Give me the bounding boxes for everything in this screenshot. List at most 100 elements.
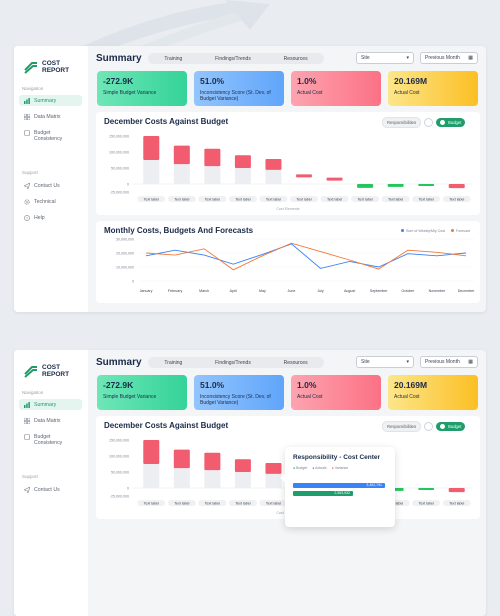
x-tick-label: Text label <box>235 197 250 201</box>
logo-icon <box>24 62 37 74</box>
tooltip-legend-actuals: ● Actuals <box>312 466 327 470</box>
x-tick-label: Text label <box>357 197 372 201</box>
kpi-card-budget-variance: -272.9K Simple Budget Variance <box>97 375 187 410</box>
x-tick-label: Text label <box>327 197 342 201</box>
x-tick-label: September <box>370 289 388 293</box>
dashboard-panel-secondary: COST REPORT Navigation Summary Data Matr… <box>14 350 486 616</box>
month-select[interactable]: Previous Month ▦ <box>420 356 478 368</box>
x-tick-label: Text label <box>419 197 434 201</box>
tooltip-title: Responsibility - Cost Center <box>293 454 381 461</box>
tab-training[interactable]: Training <box>164 56 182 62</box>
bar <box>204 452 221 471</box>
x-tick-label: Text label <box>266 501 281 505</box>
main-content: Summary Training Findings/Trends Resourc… <box>88 350 486 616</box>
bar <box>448 488 465 493</box>
bar-base <box>265 169 282 184</box>
sidebar-item-summary[interactable]: Summary <box>19 95 82 106</box>
x-tick-label: Text label <box>205 197 220 201</box>
sidebar-item-data-matrix[interactable]: Data Matrix <box>19 111 82 122</box>
budget-icon <box>24 434 30 440</box>
y-tick-label: 50,000,000 <box>111 167 129 171</box>
main-content: Summary Training Findings/Trends Resourc… <box>88 46 486 312</box>
bar <box>326 177 343 181</box>
x-tick-label: Text label <box>296 197 311 201</box>
bar <box>143 440 160 464</box>
bar <box>143 136 160 160</box>
sidebar-item-contact-us[interactable]: Contact Us <box>19 180 82 191</box>
tooltip-pointer <box>280 473 286 483</box>
send-icon <box>24 487 30 493</box>
bar <box>387 184 404 187</box>
sidebar-item-help[interactable]: ? Help <box>19 212 82 223</box>
bar-base <box>204 166 221 184</box>
kpi-card-actual-cost-pct: 1.0% Actual Cost <box>291 71 381 106</box>
site-select[interactable]: Site ▾ <box>356 52 414 64</box>
y-tick-label: 0 <box>127 183 129 187</box>
sidebar-item-budget-consistency[interactable]: Budget Consistency <box>19 431 82 449</box>
sidebar-item-budget-consistency[interactable]: Budget Consistency <box>19 127 82 145</box>
summary-icon <box>24 402 30 408</box>
bar <box>418 184 435 186</box>
tab-training[interactable]: Training <box>164 360 182 366</box>
calendar-icon: ▦ <box>468 359 473 365</box>
sidebar: COST REPORT Navigation Summary Data Matr… <box>14 350 88 616</box>
y-tick-label: 100,000,000 <box>109 455 129 459</box>
bar <box>265 159 282 170</box>
logo[interactable]: COST REPORT <box>24 60 82 74</box>
page-title: Summary <box>96 53 142 64</box>
bar-base <box>234 472 251 488</box>
tab-resources[interactable]: Resources <box>284 56 308 62</box>
x-axis-label: Cost Elements <box>276 207 300 211</box>
chevron-down-icon: ▾ <box>406 359 409 365</box>
kpi-card-actual-cost: 20.169M Actual Cost <box>388 375 478 410</box>
tooltip-bar-budget: 3,452,791 <box>293 483 385 488</box>
x-tick-label: Text label <box>388 197 403 201</box>
sidebar-item-contact-us[interactable]: Contact Us <box>19 484 82 495</box>
sidebar-item-summary[interactable]: Summary <box>19 399 82 410</box>
nav-heading: Navigation <box>22 86 44 91</box>
bar <box>234 459 251 472</box>
x-tick-label: Text label <box>205 501 220 505</box>
month-select[interactable]: Previous Month ▦ <box>420 52 478 64</box>
x-tick-label: April <box>230 289 237 293</box>
kpi-card-inconsistency: 51.0% Inconsistency Score (St. Dev. of B… <box>194 71 284 106</box>
bar-base <box>173 468 190 488</box>
bar <box>448 184 465 189</box>
tab-findings-trends[interactable]: Findings/Trends <box>215 360 251 366</box>
logo-text: COST REPORT <box>42 364 70 378</box>
x-tick-label: October <box>401 289 415 293</box>
tab-resources[interactable]: Resources <box>284 360 308 366</box>
x-tick-label: January <box>140 289 153 293</box>
nav-heading: Navigation <box>22 390 44 395</box>
sidebar-item-data-matrix[interactable]: Data Matrix <box>19 415 82 426</box>
x-tick-label: December <box>458 289 475 293</box>
bar-chart-card: December Costs Against Budget Responsibi… <box>96 112 480 215</box>
tooltip-legend: ● Budget ● Actuals ● Variance <box>293 466 348 470</box>
bar-base <box>143 464 160 488</box>
bar-base <box>204 470 221 488</box>
bar <box>418 488 435 490</box>
bar-base <box>173 164 190 184</box>
x-tick-label: March <box>199 289 209 293</box>
x-tick-label: February <box>168 289 183 293</box>
y-tick-label: 150,000,000 <box>109 135 129 139</box>
dashboard-panel-primary: COST REPORT Navigation Summary Data Matr… <box>14 46 486 312</box>
sidebar-item-technical[interactable]: Technical <box>19 196 82 207</box>
line-chart: 30,000,000 20,000,000 10,000,000 0 January Fe… <box>116 238 475 294</box>
budget-icon <box>24 130 30 136</box>
tab-findings-trends[interactable]: Findings/Trends <box>215 56 251 62</box>
grid-icon <box>24 114 30 120</box>
tooltip-legend-budget: ● Budget <box>293 466 308 470</box>
responsibility-tooltip: Responsibility - Cost Center ● Budget ● … <box>280 447 395 527</box>
kpi-card-actual-cost: 20.169M Actual Cost <box>388 71 478 106</box>
site-select[interactable]: Site ▾ <box>356 356 414 368</box>
kpi-card-inconsistency: 51.0% Inconsistency Score (St. Dev. of B… <box>194 375 284 410</box>
logo[interactable]: COST REPORT <box>24 364 82 378</box>
x-tick-label: Text label <box>235 501 250 505</box>
bar <box>234 155 251 168</box>
bar-chart: 150,000,000 100,000,000 50,000,000 0 -25,000… <box>109 135 472 211</box>
sidebar: COST REPORT Navigation Summary Data Matr… <box>14 46 88 312</box>
x-tick-label: Text label <box>449 501 464 505</box>
y-tick-label: -25,000,000 <box>110 191 129 195</box>
y-tick-label: -25,000,000 <box>110 495 129 499</box>
